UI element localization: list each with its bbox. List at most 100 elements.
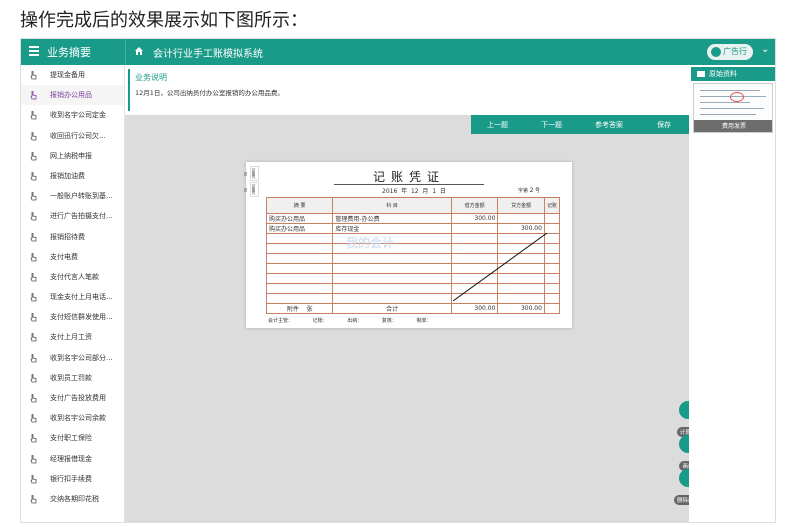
cell-total-credit[interactable]: 300.00 xyxy=(497,303,545,314)
voucher-year[interactable]: 2016 xyxy=(382,188,397,195)
sidebar-item[interactable]: 提现金备用 xyxy=(21,65,124,85)
sidebar-item[interactable]: 网上纳税申报 xyxy=(21,146,124,166)
table-row: 购买办公用品 管理费用-办公费 300.00 xyxy=(265,213,561,224)
cell-account[interactable]: 管理费用-办公费 xyxy=(332,213,452,224)
sidebar-item-label: 经理报借现金 xyxy=(50,454,92,463)
cell-mark[interactable] xyxy=(543,223,561,234)
sidebar-item-label: 收到名宇公司定金 xyxy=(50,111,106,120)
sidebar-item[interactable]: 一般账户转账到基... xyxy=(21,186,124,206)
hand-pointer-icon xyxy=(30,232,37,241)
cell-account[interactable] xyxy=(332,283,452,294)
location-icon xyxy=(711,47,721,57)
sidebar-item[interactable]: 进行广告拍摄支付... xyxy=(21,206,124,226)
voucher-month[interactable]: 12 xyxy=(411,188,419,195)
hand-pointer-icon xyxy=(30,151,37,161)
sidebar-item-label: 支付电费 xyxy=(50,252,78,261)
sidebar-item[interactable]: 收回迅行公司欠... xyxy=(21,126,124,146)
thumb-line xyxy=(700,108,764,109)
sidebar-item-label: 网上纳税申报 xyxy=(50,151,92,160)
sidebar-item[interactable]: 交纳各期印花税 xyxy=(21,489,124,509)
sidebar-item[interactable]: 经理报借现金 xyxy=(21,449,124,469)
cell-credit[interactable] xyxy=(497,213,545,224)
voucher-title: 记账凭证 xyxy=(372,170,445,184)
home-icon[interactable] xyxy=(134,46,144,56)
year-unit: 年 xyxy=(401,188,408,195)
signer-cashier: 出纳： xyxy=(347,318,363,324)
sidebar-item-label: 收到名宇公司部分... xyxy=(50,353,113,362)
top-bar: 业务摘要 会计行业手工账模拟系统 广告行业 ⌄ xyxy=(21,39,775,72)
cell-account[interactable]: 库存现金 xyxy=(332,223,452,234)
sidebar-item-label: 报销办公用品 xyxy=(50,91,92,100)
sidebar-item[interactable]: 银行扣手续费 xyxy=(21,469,124,489)
cell-total-debit[interactable]: 300.00 xyxy=(450,303,499,314)
thumb-line xyxy=(700,90,760,91)
watermark: 我的会计 xyxy=(346,236,395,250)
hand-pointer-icon xyxy=(30,212,37,221)
save-button[interactable]: 保存 xyxy=(657,120,671,130)
cell-account[interactable] xyxy=(332,263,452,274)
sidebar-item[interactable]: 报销办公用品 xyxy=(21,85,124,106)
sidebar-title: 业务摘要 xyxy=(47,46,91,59)
signer-reviewer: 复核： xyxy=(381,318,397,324)
strike-line[interactable] xyxy=(453,233,549,301)
sidebar-item-label: 报销加油费 xyxy=(50,171,85,180)
sidebar-item[interactable]: 支付短信群发使用... xyxy=(21,307,124,327)
cell-summary[interactable] xyxy=(265,253,334,264)
original-docs-header[interactable]: 原始资料 xyxy=(691,67,775,81)
sidebar-item[interactable]: 收到名宇公司部分... xyxy=(21,348,124,368)
voucher-day[interactable]: 1 xyxy=(432,188,436,195)
cell-summary[interactable] xyxy=(265,273,334,284)
cell-debit[interactable]: 300.00 xyxy=(450,213,499,224)
sidebar: 提现金备用报销办公用品收到名宇公司定金收回迅行公司欠... 网上纳税申报 报销加油费… xyxy=(21,65,125,522)
business-description: 业务说明 12月1日，公司出纳员付办公室报销的办公用品费。 xyxy=(125,65,689,115)
cell-account[interactable] xyxy=(332,293,452,304)
industry-selector[interactable]: 广告行业 xyxy=(707,44,753,72)
sidebar-item[interactable]: 现金支付上月电话... xyxy=(21,287,124,307)
hand-pointer-icon xyxy=(30,313,37,322)
topbar-divider xyxy=(125,39,126,65)
sidebar-item[interactable]: 报销招待费 xyxy=(21,227,124,247)
next-question-button[interactable]: 下一题 xyxy=(541,120,562,130)
original-docs-title: 原始资料 xyxy=(709,70,737,78)
cell-account[interactable] xyxy=(332,253,452,264)
cell-total-label: 合计 xyxy=(332,303,452,314)
number-label: 字第 xyxy=(518,188,529,194)
chevron-down-icon[interactable]: ⌄ xyxy=(761,44,769,55)
cell-summary[interactable] xyxy=(265,233,334,244)
sidebar-item-label: 支付广告投放费用 xyxy=(50,394,106,402)
cell-debit[interactable] xyxy=(450,223,499,234)
sidebar-item[interactable]: 收到名宇公司余款 xyxy=(21,408,124,428)
cell-credit[interactable]: 300.00 xyxy=(497,223,545,234)
cell-attachments: 附件 张 xyxy=(265,303,334,314)
cell-summary[interactable] xyxy=(265,293,334,304)
number-value[interactable]: 2 xyxy=(530,187,534,194)
prev-question-button[interactable]: 上一题 xyxy=(487,120,508,130)
hand-pointer-icon xyxy=(30,252,37,262)
reference-answer-button[interactable]: 参考答案 xyxy=(595,120,623,130)
sidebar-item[interactable]: 支付职工保险 xyxy=(21,428,124,448)
sidebar-item[interactable]: 支付代言人笔款 xyxy=(21,267,124,287)
stamp-mark xyxy=(730,92,744,102)
menu-icon[interactable] xyxy=(29,46,39,56)
sidebar-item[interactable]: 支付广告投放费用 xyxy=(21,388,124,408)
document-thumbnail[interactable]: 费用发票 xyxy=(693,83,773,133)
sidebar-item[interactable]: 支付上月工资 xyxy=(21,327,124,347)
cell-summary[interactable]: 购买办公用品 xyxy=(265,213,334,224)
sidebar-item[interactable]: 收到名宇公司定金 xyxy=(21,105,124,125)
sidebar-item[interactable]: 报销加油费 xyxy=(21,166,124,186)
cell-summary[interactable]: 购买办公用品 xyxy=(265,223,334,234)
cell-summary[interactable] xyxy=(265,263,334,274)
header-summary: 摘 要 xyxy=(265,197,334,214)
hand-pointer-icon xyxy=(30,394,37,403)
cell-mark[interactable] xyxy=(543,213,561,224)
cell-summary[interactable] xyxy=(265,243,334,254)
app-title: 会计行业手工账模拟系统 xyxy=(153,49,263,60)
header-credit: 贷方金额 xyxy=(497,197,545,214)
cell-mark[interactable] xyxy=(543,303,561,314)
attach-unit: 张 xyxy=(306,306,313,313)
sidebar-item[interactable]: 支付电费 xyxy=(21,247,124,267)
cell-summary[interactable] xyxy=(265,283,334,294)
hand-pointer-icon xyxy=(30,272,37,282)
cell-account[interactable] xyxy=(332,273,452,284)
sidebar-item[interactable]: 收到员工罚款 xyxy=(21,368,124,388)
